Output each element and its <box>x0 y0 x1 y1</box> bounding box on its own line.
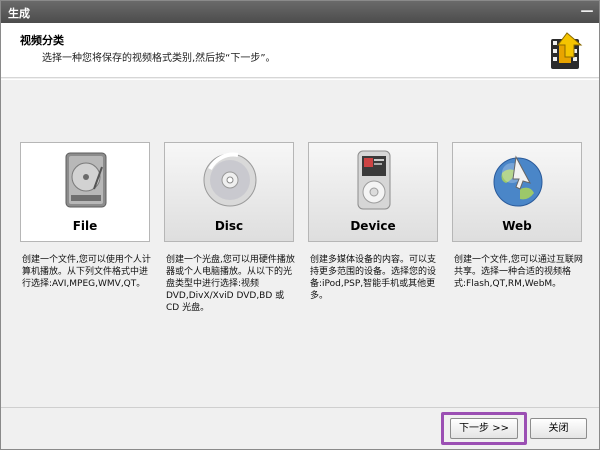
option-web-card[interactable]: Web <box>452 142 582 242</box>
option-device-label: Device <box>350 219 396 233</box>
page-subtitle: 选择一种您将保存的视频格式类别,然后按“下一步”。 <box>42 53 276 64</box>
disc-icon <box>203 152 257 207</box>
media-player-icon <box>357 150 391 210</box>
option-file-card[interactable]: File <box>20 142 150 242</box>
hard-drive-icon <box>65 152 107 208</box>
globe-icon <box>493 155 543 207</box>
title-bar: 生成 — <box>1 1 599 23</box>
minimize-icon[interactable]: — <box>579 4 595 20</box>
page-title: 视频分类 <box>20 34 64 47</box>
option-web-label: Web <box>502 219 532 233</box>
header-panel: 视频分类 选择一种您将保存的视频格式类别,然后按“下一步”。 <box>1 23 599 78</box>
button-bar: 下一步 >> 关闭 <box>1 407 599 449</box>
option-disc-label: Disc <box>214 219 244 233</box>
window-title: 生成 <box>8 7 30 20</box>
option-web-description: 创建一个文件,您可以通过互联网共享。选择一种合适的视频格式:Flash,QT,R… <box>454 255 583 289</box>
option-file-label: File <box>72 219 98 233</box>
option-disc-description: 创建一个光盘,您可以用硬件播放器或个人电脑播放。从以下的光盘类型中进行选择:视频… <box>166 255 295 313</box>
dialog-window: 生成 — 视频分类 选择一种您将保存的视频格式类别,然后按“下一步”。 File… <box>0 0 600 450</box>
option-file-description: 创建一个文件,您可以使用个人计算机播放。从下列文件格式中进行选择:AVI,MPE… <box>22 255 151 289</box>
category-area: File Disc Device Web 创建一个文件,您可以使用个人计算机播放… <box>1 79 599 407</box>
option-device-card[interactable]: Device <box>308 142 438 242</box>
option-device-description: 创建多媒体设备的内容。可以支持更多范围的设备。选择您的设备:iPod,PSP,智… <box>310 255 437 301</box>
close-button[interactable]: 关闭 <box>530 418 587 439</box>
next-button[interactable]: 下一步 >> <box>450 418 518 439</box>
film-arrow-icon <box>551 32 583 69</box>
option-disc-card[interactable]: Disc <box>164 142 294 242</box>
